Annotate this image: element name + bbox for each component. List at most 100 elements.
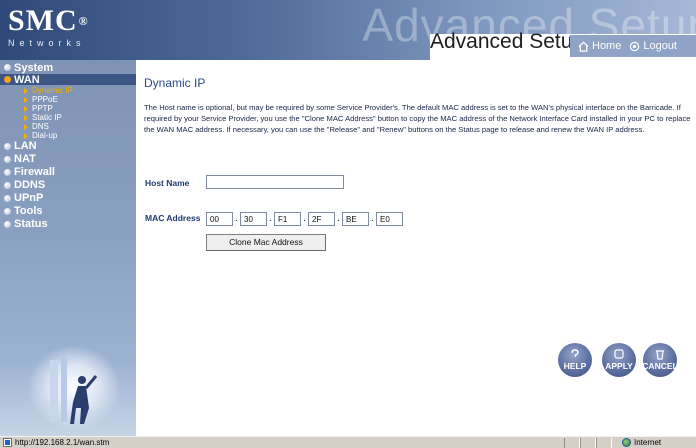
sidebar-item-label: DDNS bbox=[14, 179, 46, 191]
bullet-icon bbox=[4, 64, 11, 71]
help-button[interactable]: HELP bbox=[558, 343, 592, 377]
bullet-icon bbox=[4, 220, 11, 228]
sidebar-nav: System WAN Dynamic IP PPPoE PPTP Static … bbox=[0, 60, 136, 230]
sidebar-item-lan[interactable]: LAN bbox=[0, 140, 136, 152]
status-panel bbox=[564, 437, 580, 448]
logo-text: SMC bbox=[8, 4, 78, 37]
sidebar-item-label: LAN bbox=[14, 140, 37, 152]
trash-icon bbox=[656, 350, 664, 360]
home-label: Home bbox=[592, 40, 622, 52]
submenu-item-dynamic-ip[interactable]: Dynamic IP bbox=[0, 86, 136, 95]
sidebar-item-label: NAT bbox=[14, 153, 36, 165]
zone-label: Internet bbox=[634, 438, 662, 447]
mac-octet-5-input[interactable] bbox=[342, 212, 369, 226]
sidebar-item-label: Firewall bbox=[14, 166, 55, 178]
cancel-label: CANCEL bbox=[642, 361, 678, 371]
sidebar-illustration bbox=[28, 346, 120, 430]
sidebar-item-firewall[interactable]: Firewall bbox=[0, 166, 136, 178]
wan-submenu: Dynamic IP PPPoE PPTP Static IP DNS Dial… bbox=[0, 86, 136, 140]
submenu-item-label: Dial-up bbox=[32, 131, 58, 140]
host-name-input[interactable] bbox=[206, 175, 344, 189]
bullet-icon bbox=[4, 207, 11, 215]
page-section-title: Advanced Setup bbox=[430, 30, 585, 53]
logo-registered-mark: ® bbox=[78, 14, 89, 28]
logo-subtitle: Networks bbox=[8, 38, 86, 48]
logout-icon bbox=[630, 41, 640, 51]
sidebar-item-tools[interactable]: Tools bbox=[0, 205, 136, 217]
bullet-icon bbox=[4, 194, 11, 202]
sidebar-item-label: Tools bbox=[14, 205, 43, 217]
arrow-icon bbox=[24, 114, 28, 121]
logout-label: Logout bbox=[643, 40, 677, 52]
main-content: Dynamic IP The Host name is optional, bu… bbox=[136, 60, 696, 436]
cancel-button[interactable]: CANCEL bbox=[642, 343, 678, 377]
header-banner: Advanced Setup SMC® Networks Advanced Se… bbox=[0, 0, 696, 60]
mac-separator: . bbox=[303, 213, 306, 224]
browser-status-bar: http://192.168.2.1/wan.stm Internet bbox=[0, 436, 696, 448]
home-icon bbox=[578, 41, 589, 52]
help-icon bbox=[571, 349, 579, 357]
page-title: Dynamic IP bbox=[144, 76, 206, 90]
apply-icon bbox=[614, 349, 624, 359]
bullet-icon bbox=[4, 76, 11, 83]
sidebar-item-ddns[interactable]: DDNS bbox=[0, 179, 136, 191]
mac-octet-2-input[interactable] bbox=[240, 212, 267, 226]
status-panel bbox=[580, 437, 596, 448]
help-label: HELP bbox=[563, 361, 587, 371]
submenu-item-label: PPPoE bbox=[32, 95, 58, 104]
mac-octet-4-input[interactable] bbox=[308, 212, 335, 226]
sidebar-item-label: UPnP bbox=[14, 192, 44, 204]
mac-octet-6-input[interactable] bbox=[376, 212, 403, 226]
mac-octet-3-input[interactable] bbox=[274, 212, 301, 226]
host-name-label: Host Name bbox=[145, 178, 190, 188]
sidebar-item-nat[interactable]: NAT bbox=[0, 153, 136, 165]
bullet-icon bbox=[4, 181, 11, 189]
submenu-item-static-ip[interactable]: Static IP bbox=[0, 113, 136, 122]
arrow-icon bbox=[24, 96, 28, 103]
mac-separator: . bbox=[371, 213, 374, 224]
mac-octet-1-input[interactable] bbox=[206, 212, 233, 226]
mac-address-label: MAC Address bbox=[145, 213, 201, 223]
status-panel bbox=[596, 437, 612, 448]
status-url-text: http://192.168.2.1/wan.stm bbox=[15, 438, 110, 447]
sidebar-item-status[interactable]: Status bbox=[0, 218, 136, 230]
header-buttons: Home Logout bbox=[570, 35, 696, 57]
mac-separator: . bbox=[235, 213, 238, 224]
submenu-item-pptp[interactable]: PPTP bbox=[0, 104, 136, 113]
smc-logo: SMC® Networks bbox=[8, 4, 89, 49]
page-description: The Host name is optional, but may be re… bbox=[144, 103, 691, 134]
mac-separator: . bbox=[337, 213, 340, 224]
apply-button[interactable]: APPLY bbox=[602, 343, 636, 377]
submenu-item-label: Static IP bbox=[32, 113, 62, 122]
mac-separator: . bbox=[269, 213, 272, 224]
internet-globe-icon bbox=[622, 438, 631, 447]
arrow-icon bbox=[24, 132, 28, 139]
arrow-icon bbox=[24, 105, 28, 112]
sidebar: System WAN Dynamic IP PPPoE PPTP Static … bbox=[0, 60, 136, 436]
sidebar-item-system[interactable]: System bbox=[0, 61, 136, 74]
submenu-item-label: DNS bbox=[32, 122, 49, 131]
submenu-item-dns[interactable]: DNS bbox=[0, 122, 136, 131]
arrow-icon bbox=[24, 87, 28, 94]
security-zone: Internet bbox=[612, 438, 661, 447]
clone-mac-address-button[interactable]: Clone Mac Address bbox=[206, 234, 326, 251]
logout-button[interactable]: Logout bbox=[629, 40, 677, 52]
bullet-icon bbox=[4, 155, 11, 163]
apply-label: APPLY bbox=[605, 361, 633, 371]
home-button[interactable]: Home bbox=[578, 40, 621, 52]
sidebar-item-label: Status bbox=[14, 218, 48, 230]
person-illustration-icon bbox=[50, 356, 98, 424]
sidebar-item-wan[interactable]: WAN bbox=[0, 73, 136, 86]
submenu-item-dial-up[interactable]: Dial-up bbox=[0, 131, 136, 140]
bullet-icon bbox=[4, 142, 11, 150]
submenu-item-label: Dynamic IP bbox=[32, 86, 73, 95]
sidebar-item-label: System bbox=[14, 61, 54, 74]
bullet-icon bbox=[4, 168, 11, 176]
sidebar-item-upnp[interactable]: UPnP bbox=[0, 192, 136, 204]
submenu-item-label: PPTP bbox=[32, 104, 53, 113]
submenu-item-pppoe[interactable]: PPPoE bbox=[0, 95, 136, 104]
page-icon bbox=[3, 438, 12, 447]
arrow-icon bbox=[24, 123, 28, 130]
sidebar-item-label: WAN bbox=[14, 73, 40, 86]
status-url: http://192.168.2.1/wan.stm bbox=[0, 438, 564, 447]
